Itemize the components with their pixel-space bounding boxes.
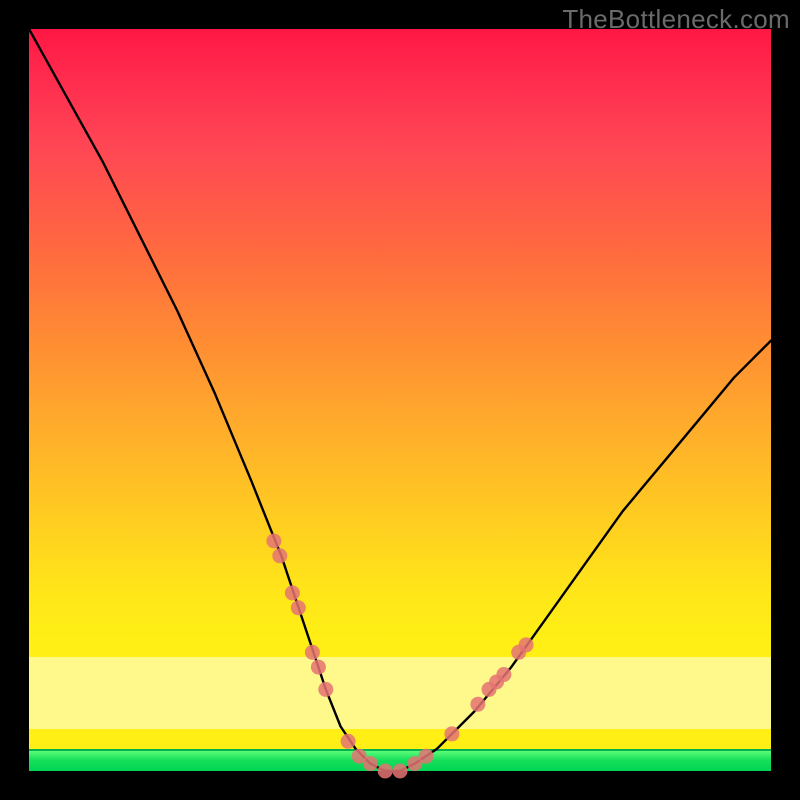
data-marker xyxy=(341,734,356,749)
data-marker xyxy=(266,534,281,549)
data-marker xyxy=(311,660,326,675)
data-marker xyxy=(519,637,534,652)
data-marker xyxy=(363,756,378,771)
data-marker xyxy=(318,682,333,697)
curve-svg xyxy=(29,29,771,771)
data-marker xyxy=(393,764,408,779)
data-marker xyxy=(378,764,393,779)
chart-frame: TheBottleneck.com xyxy=(0,0,800,800)
data-marker xyxy=(291,600,306,615)
data-marker xyxy=(305,645,320,660)
data-marker xyxy=(470,697,485,712)
data-marker xyxy=(444,726,459,741)
curve-markers xyxy=(266,534,533,779)
data-marker xyxy=(272,548,287,563)
data-marker xyxy=(419,749,434,764)
data-marker xyxy=(496,667,511,682)
plot-area xyxy=(29,29,771,771)
data-marker xyxy=(285,585,300,600)
bottleneck-curve xyxy=(29,29,771,771)
